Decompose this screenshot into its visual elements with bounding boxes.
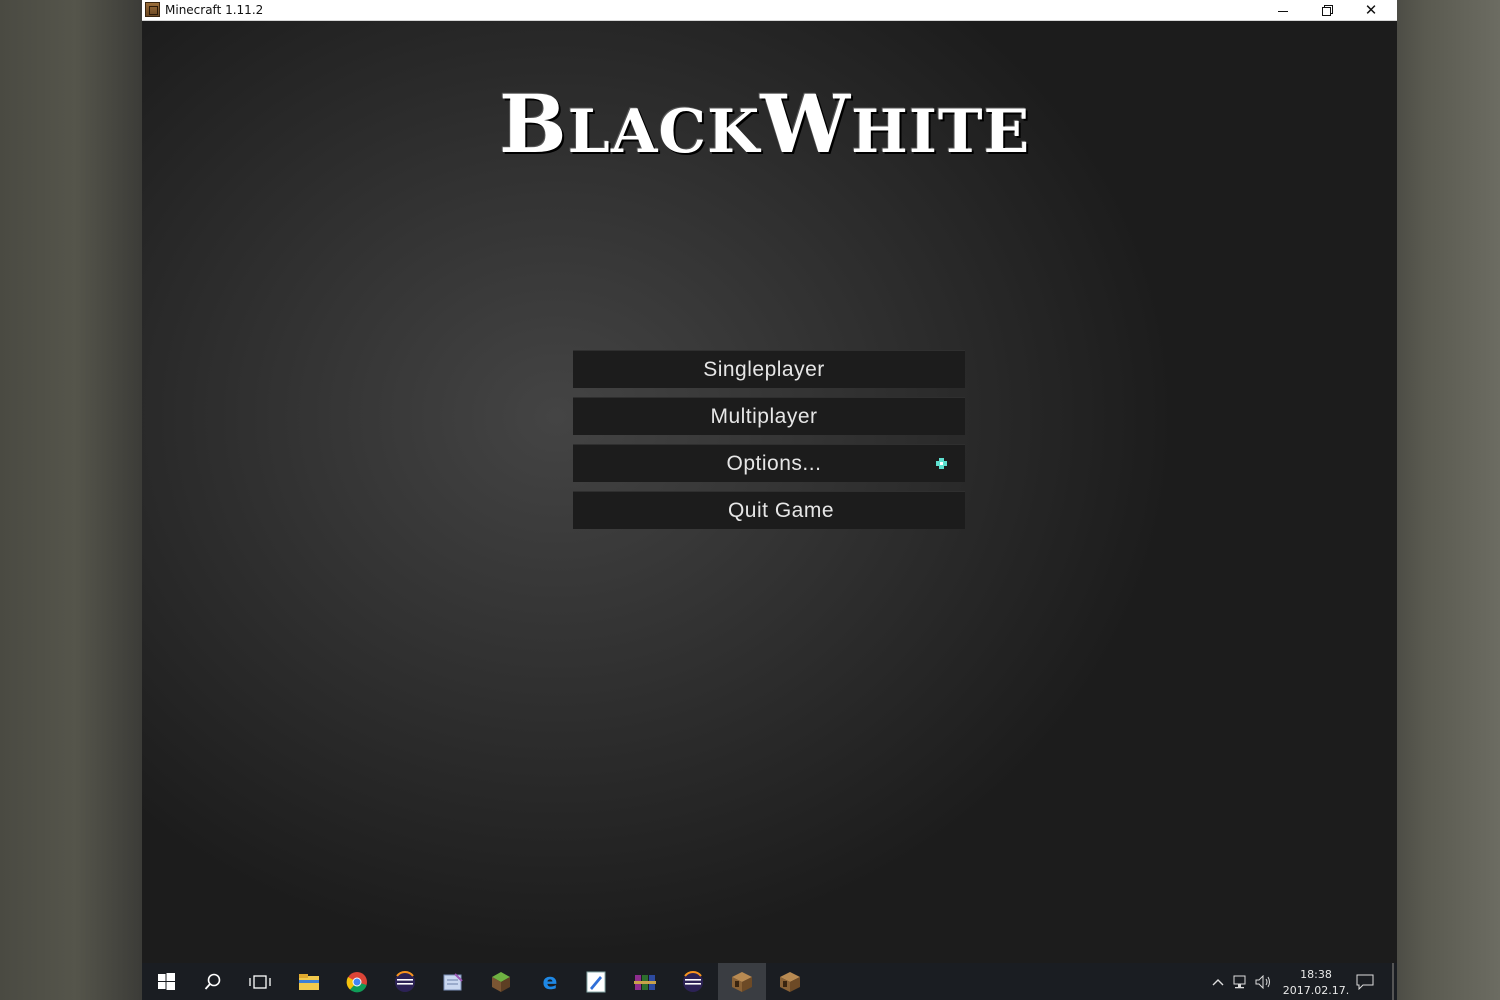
minecraft-launcher-icon <box>732 971 752 992</box>
options-label: Options... <box>726 451 822 475</box>
singleplayer-label: Singleplayer <box>703 357 825 381</box>
close-icon: ✕ <box>1364 1 1378 19</box>
notepad-button[interactable] <box>429 963 477 1000</box>
action-center-button[interactable] <box>1356 973 1374 991</box>
minecraft-window: Minecraft 1.11.2 ✕ BLACKWHITE Singleplay… <box>142 0 1397 1000</box>
file-explorer-icon <box>299 973 319 990</box>
network-button[interactable] <box>1232 973 1250 991</box>
options-button[interactable]: Options... <box>573 444 965 482</box>
winrar-icon <box>634 974 656 990</box>
paint-button[interactable] <box>572 963 620 1000</box>
game-viewport: BLACKWHITE Singleplayer Multiplayer Opti… <box>142 21 1397 963</box>
start-button[interactable] <box>142 963 190 1000</box>
edge-button[interactable]: e <box>526 963 574 1000</box>
quit-game-button[interactable]: Quit Game <box>573 491 965 529</box>
task-view-icon <box>249 974 271 989</box>
search-button[interactable] <box>189 963 237 1000</box>
multiplayer-button[interactable]: Multiplayer <box>573 397 965 435</box>
file-explorer-button[interactable] <box>285 963 333 1000</box>
speaker-icon <box>1255 975 1270 989</box>
minecraft-launcher-button-active[interactable] <box>718 963 766 1000</box>
minecraft-grass-icon <box>492 971 510 992</box>
network-icon <box>1233 975 1246 989</box>
winrar-button[interactable] <box>621 963 669 1000</box>
windows-start-icon <box>157 973 175 990</box>
edge-icon: e <box>543 971 558 993</box>
restore-button[interactable] <box>1305 0 1349 20</box>
svg-text:e: e <box>543 971 558 993</box>
volume-button[interactable] <box>1255 973 1273 991</box>
clock-date[interactable]: 2017.02.17. <box>1278 984 1354 997</box>
close-button[interactable]: ✕ <box>1349 0 1393 20</box>
minecraft-launcher-icon <box>780 971 800 992</box>
show-hidden-icons-button[interactable] <box>1209 973 1227 991</box>
clock-time[interactable]: 18:38 <box>1286 968 1346 981</box>
window-title: Minecraft 1.11.2 <box>165 3 264 17</box>
notification-icon <box>1356 974 1374 990</box>
show-desktop-button[interactable] <box>1392 963 1394 1000</box>
eclipse-icon <box>683 970 703 992</box>
minimize-icon <box>1278 10 1288 12</box>
chevron-up-icon <box>1212 979 1224 986</box>
windows-taskbar: e 18:38 2017.02.17. <box>142 963 1397 1000</box>
mouse-cursor-icon <box>936 458 947 469</box>
eclipse-button[interactable] <box>381 963 429 1000</box>
multiplayer-label: Multiplayer <box>710 404 818 428</box>
minimize-button[interactable] <box>1261 0 1305 20</box>
quit-game-label: Quit Game <box>727 498 835 522</box>
window-titlebar[interactable]: Minecraft 1.11.2 ✕ <box>142 0 1397 21</box>
task-view-button[interactable] <box>236 963 284 1000</box>
search-icon <box>204 973 221 990</box>
notepad-icon <box>443 972 463 990</box>
chrome-button[interactable] <box>333 963 381 1000</box>
chrome-icon <box>346 971 367 992</box>
restore-icon <box>1322 5 1333 16</box>
eclipse-button-2[interactable] <box>669 963 717 1000</box>
paint-icon <box>586 971 606 992</box>
minecraft-grass-button[interactable] <box>477 963 525 1000</box>
game-logo: BLACKWHITE <box>499 77 1031 171</box>
minecraft-app-icon <box>145 2 160 17</box>
eclipse-icon <box>395 970 415 992</box>
minecraft-launcher-button[interactable] <box>766 963 814 1000</box>
singleplayer-button[interactable]: Singleplayer <box>573 350 965 388</box>
